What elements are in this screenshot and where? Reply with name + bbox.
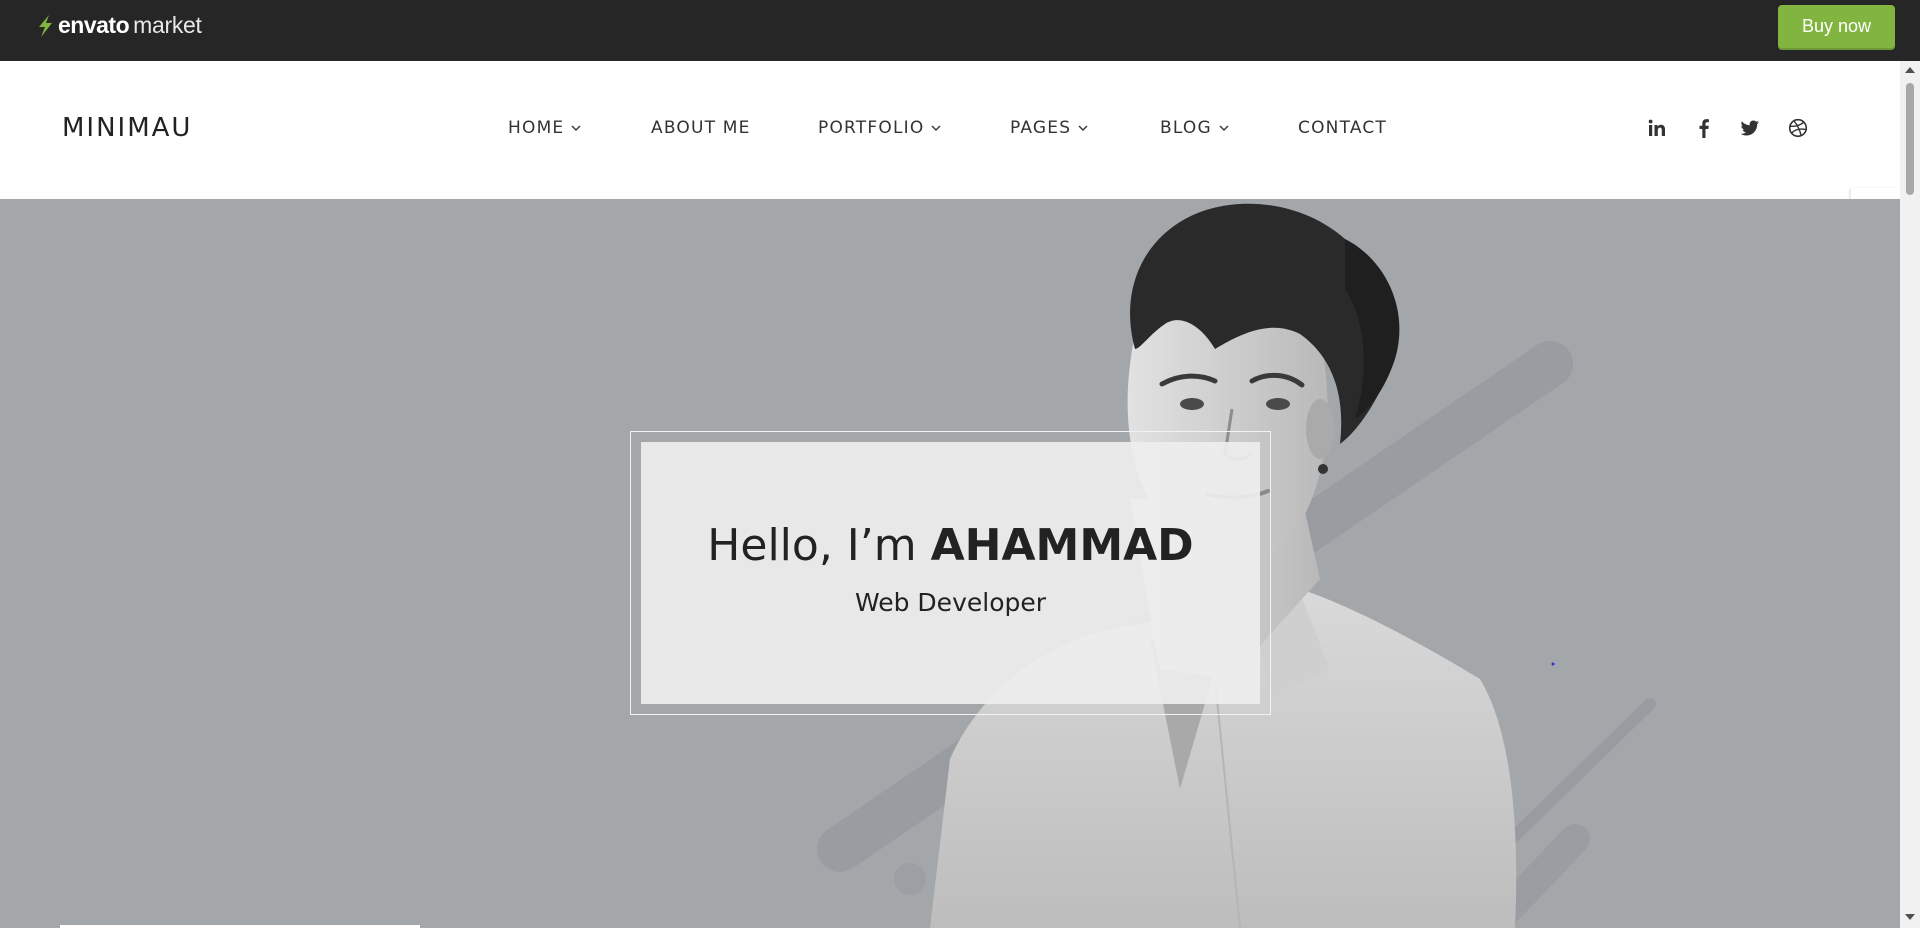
buy-now-button[interactable]: Buy now (1778, 5, 1895, 48)
linkedin-icon[interactable] (1645, 116, 1669, 140)
chevron-down-icon (931, 125, 941, 131)
nav-item-about-me[interactable]: ABOUT ME (651, 118, 751, 138)
nav-item-label: BLOG (1160, 118, 1212, 138)
nav-item-label: CONTACT (1298, 118, 1388, 138)
envato-brand-text: envato (58, 12, 130, 38)
envato-product-text: market (133, 12, 202, 38)
nav-item-pages[interactable]: PAGES (1010, 118, 1088, 138)
hero-card: Hello, I’m AHAMMAD Web Developer (641, 442, 1260, 704)
envato-leaf-icon (39, 14, 52, 37)
dribbble-icon[interactable] (1786, 116, 1810, 140)
nav-item-label: PORTFOLIO (818, 118, 925, 138)
site-logo[interactable]: MINIMAU (62, 113, 192, 143)
hero-greeting: Hello, I’m (707, 520, 917, 571)
scroll-up-arrow-icon[interactable] (1905, 67, 1915, 73)
twitter-icon[interactable] (1738, 116, 1762, 140)
nav-item-home[interactable]: HOME (508, 118, 581, 138)
envato-market-logo[interactable]: envato market (36, 12, 202, 39)
envato-top-bar: envato market Buy now (0, 0, 1920, 61)
chevron-down-icon (571, 125, 581, 131)
chevron-down-icon (1078, 125, 1088, 131)
chevron-down-icon (1219, 125, 1229, 131)
facebook-icon[interactable] (1692, 116, 1716, 140)
nav-item-blog[interactable]: BLOG (1160, 118, 1229, 138)
site-header: MINIMAU HOME ABOUT ME PORTFOLIO PAGES BL… (0, 61, 1900, 199)
nav-item-portfolio[interactable]: PORTFOLIO (818, 118, 941, 138)
vertical-scrollbar[interactable] (1900, 61, 1920, 928)
nav-item-label: PAGES (1010, 118, 1072, 138)
scrollbar-thumb[interactable] (1906, 83, 1914, 195)
nav-item-contact[interactable]: CONTACT (1298, 118, 1387, 138)
hero-title: Hello, I’m AHAMMAD (641, 520, 1260, 571)
hero-subtitle: Web Developer (854, 588, 1047, 617)
nav-item-label: HOME (508, 118, 565, 138)
nav-item-label: ABOUT ME (651, 118, 751, 138)
hero-section: Hello, I’m AHAMMAD Web Developer (0, 199, 1900, 928)
scroll-down-arrow-icon[interactable] (1905, 914, 1915, 920)
hero-name: AHAMMAD (930, 520, 1194, 571)
